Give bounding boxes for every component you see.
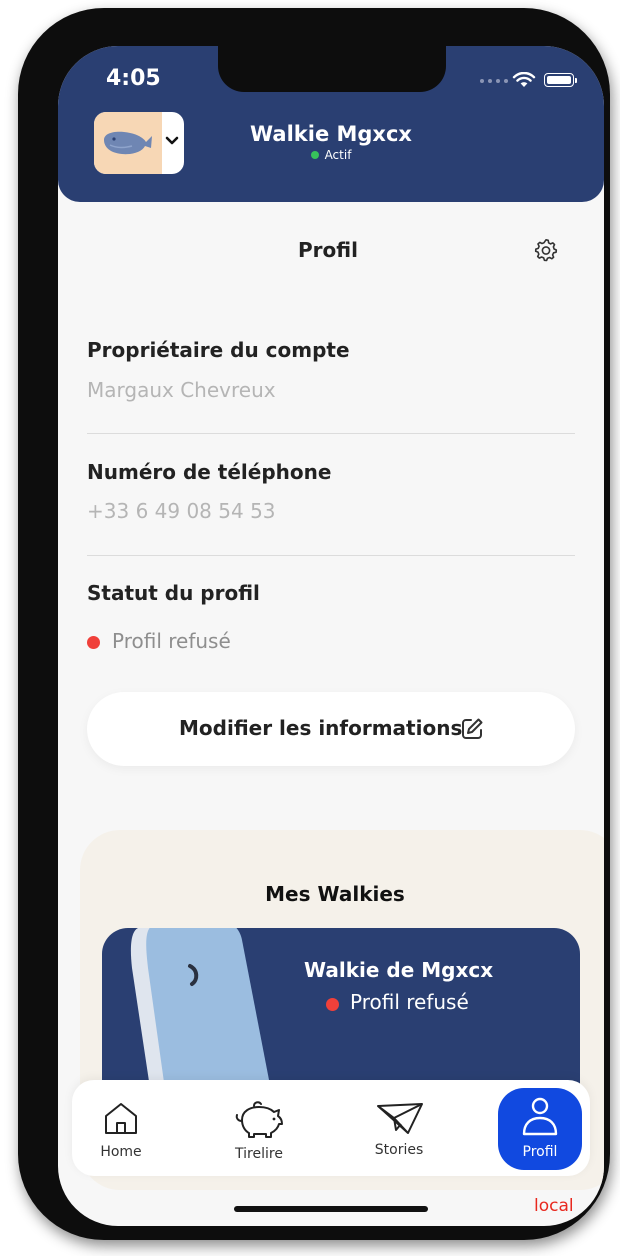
battery-icon xyxy=(544,73,577,87)
status-bar-time: 4:05 xyxy=(106,66,161,91)
tab-bar: Home Tirelire Stories Profil xyxy=(72,1080,590,1176)
walkie-status-label: Actif xyxy=(324,148,352,162)
tab-tirelire-label: Tirelire xyxy=(235,1146,283,1162)
user-icon xyxy=(522,1097,558,1136)
walkie-card-name: Walkie de Mgxcx xyxy=(304,958,494,982)
tab-stories[interactable]: Stories xyxy=(354,1080,444,1176)
walkie-status: Actif xyxy=(58,148,604,162)
home-indicator xyxy=(234,1206,428,1212)
phone-label: Numéro de téléphone xyxy=(87,460,332,484)
header: 4:05 Walkie Mgxcx Actif xyxy=(58,46,604,202)
walkie-card-status: Profil refusé xyxy=(350,990,469,1014)
status-icons xyxy=(480,72,580,88)
tab-tirelire[interactable]: Tirelire xyxy=(214,1080,304,1176)
home-icon xyxy=(105,1103,137,1134)
profile-status-value: Profil refusé xyxy=(112,629,231,653)
app-screen: 4:05 Walkie Mgxcx Actif Profil Propriéta… xyxy=(58,46,604,1226)
wifi-icon xyxy=(512,72,536,87)
owner-value: Margaux Chevreux xyxy=(87,378,276,402)
edit-info-button[interactable]: Modifier les informations xyxy=(87,692,575,766)
owner-label: Propriétaire du compte xyxy=(87,338,350,362)
piggy-bank-icon xyxy=(235,1101,283,1138)
notch xyxy=(218,46,446,92)
paper-plane-icon xyxy=(377,1103,423,1134)
page-title: Profil xyxy=(298,238,358,262)
environment-label: local xyxy=(534,1196,574,1216)
refused-status-dot xyxy=(326,998,339,1011)
tab-profil[interactable]: Profil xyxy=(498,1088,582,1170)
phone-value: +33 6 49 08 54 53 xyxy=(87,499,276,523)
divider xyxy=(87,433,575,434)
signal-icon xyxy=(480,79,510,83)
tab-home[interactable]: Home xyxy=(76,1080,166,1176)
walkie-name: Walkie Mgxcx xyxy=(250,122,412,146)
status-dot xyxy=(310,150,319,159)
phone-frame: 4:05 Walkie Mgxcx Actif Profil Propriéta… xyxy=(18,8,610,1240)
tab-home-label: Home xyxy=(100,1144,142,1160)
edit-info-label: Modifier les informations xyxy=(179,716,463,740)
tab-stories-label: Stories xyxy=(374,1142,424,1158)
divider xyxy=(87,555,575,556)
profile-status-label: Statut du profil xyxy=(87,581,260,605)
refused-status-dot xyxy=(87,636,100,649)
gear-icon[interactable] xyxy=(534,238,558,262)
tab-profil-label: Profil xyxy=(522,1144,558,1160)
edit-icon xyxy=(462,718,483,739)
my-walkies-title: Mes Walkies xyxy=(265,882,405,906)
